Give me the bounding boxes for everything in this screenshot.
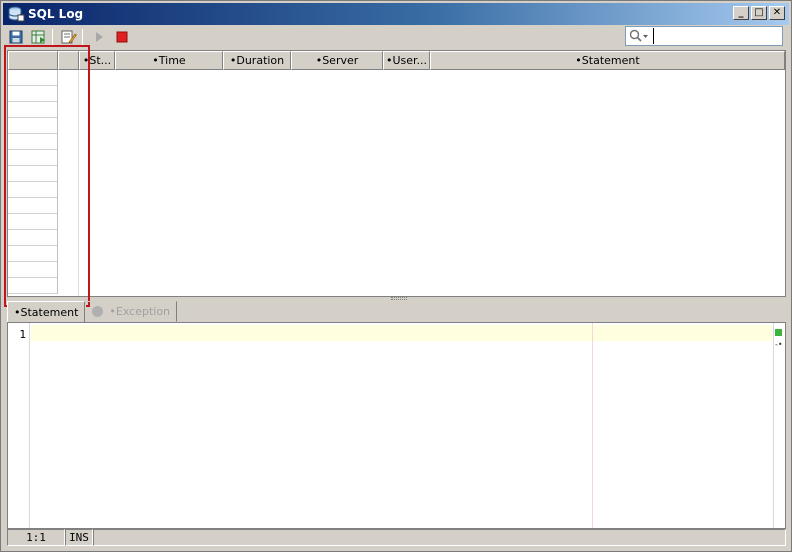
grid-body: [79, 70, 785, 296]
database-icon: [7, 6, 25, 22]
toolbar: [3, 26, 789, 48]
column-header-statement[interactable]: • Statement: [430, 51, 785, 70]
detail-tabs: • Statement • Exception: [7, 301, 178, 323]
column-header-time[interactable]: • Time: [115, 51, 223, 70]
row-number-cell[interactable]: [8, 182, 58, 198]
row-number-cell[interactable]: [8, 198, 58, 214]
row-number-cell[interactable]: [8, 102, 58, 118]
close-button[interactable]: ✕: [769, 6, 785, 20]
column-header-user[interactable]: • User...: [383, 51, 430, 70]
column-header-row-number[interactable]: [8, 51, 58, 70]
export-button[interactable]: [29, 27, 49, 47]
status-message: [93, 529, 786, 546]
row-number-cell[interactable]: [8, 230, 58, 246]
stop-button[interactable]: [112, 27, 132, 47]
grid-header: • St... • Time • Duration • Server • User... …: [8, 51, 785, 70]
row-number-cell[interactable]: [8, 118, 58, 134]
minimize-button[interactable]: _: [733, 6, 749, 20]
row-number-cell[interactable]: [8, 246, 58, 262]
search-icon[interactable]: [629, 29, 649, 43]
tab-statement[interactable]: • Statement: [7, 301, 86, 323]
row-number-cell[interactable]: [8, 134, 58, 150]
save-button[interactable]: [6, 27, 26, 47]
row-number-cell[interactable]: [8, 278, 58, 294]
ok-status-icon: [775, 329, 782, 336]
column-header-duration[interactable]: • Duration: [223, 51, 291, 70]
insert-mode: INS: [65, 529, 93, 546]
search-box[interactable]: [625, 26, 783, 46]
tab-exception[interactable]: • Exception: [85, 301, 178, 322]
status-bar: 1:1 INS: [7, 529, 786, 546]
row-number-column: [8, 70, 58, 296]
export-icon: [31, 30, 45, 44]
statement-editor[interactable]: 1 -•: [7, 322, 786, 529]
selection-column: [58, 70, 79, 296]
line-number-gutter: 1: [8, 323, 30, 528]
row-number-cell[interactable]: [8, 86, 58, 102]
edit-icon: [61, 30, 77, 44]
row-number-cell[interactable]: [8, 150, 58, 166]
title-bar: SQL Log _ □ ✕: [3, 3, 789, 25]
row-number-cell[interactable]: [8, 262, 58, 278]
stop-icon: [116, 31, 128, 43]
search-input[interactable]: [653, 28, 773, 44]
log-grid: • St... • Time • Duration • Server • User... …: [7, 50, 786, 297]
right-margin-line: [592, 323, 593, 528]
column-header-select[interactable]: [58, 51, 79, 70]
splitter-handle[interactable]: [391, 297, 407, 300]
toolbar-separator: [82, 29, 83, 45]
play-icon: [96, 32, 103, 42]
error-stripe: -•: [773, 323, 785, 528]
exception-icon: [92, 306, 104, 317]
edit-button[interactable]: [59, 27, 79, 47]
current-line-highlight: [31, 325, 772, 341]
sql-log-window: SQL Log _ □ ✕ • St... • Time • Duration …: [0, 0, 792, 552]
window-title: SQL Log: [28, 7, 84, 21]
column-header-server[interactable]: • Server: [291, 51, 383, 70]
maximize-button[interactable]: □: [751, 6, 767, 20]
toolbar-separator: [52, 29, 53, 45]
caret-marker-icon: -•: [775, 340, 783, 349]
play-button[interactable]: [89, 27, 109, 47]
column-header-status[interactable]: • St...: [79, 51, 115, 70]
row-number-cell[interactable]: [8, 214, 58, 230]
cursor-position: 1:1: [7, 529, 65, 546]
row-number-cell[interactable]: [8, 166, 58, 182]
save-icon: [9, 30, 23, 44]
line-number: 1: [19, 328, 26, 341]
row-number-cell[interactable]: [8, 70, 58, 86]
